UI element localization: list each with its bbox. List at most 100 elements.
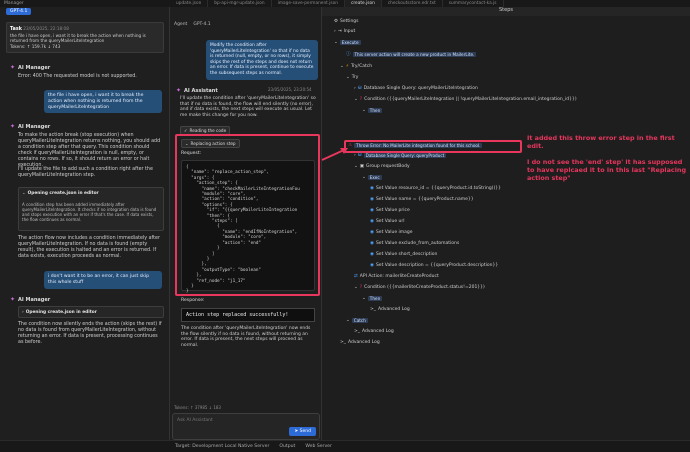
response-label: Response: (181, 298, 205, 303)
sparkle-icon: ✦ (176, 87, 182, 94)
tree-node-set-value[interactable]: ◉ Set Value price (370, 208, 410, 213)
chevron-down-icon: ⌄ (362, 296, 366, 301)
api-icon: ⇄ (354, 274, 358, 279)
chevron-down-icon: ⌄ (354, 164, 358, 169)
tree-node-set-value[interactable]: ◉ Set Value resource_id = {{queryProduct.… (370, 186, 501, 191)
assistant-header: ✦ AI Assistant (176, 87, 218, 94)
chevron-down-icon: ⌄ (346, 318, 350, 323)
tool-card[interactable]: ⌄ Opening create.json in editor A conditi… (18, 187, 164, 231)
request-code-block: { "name": "replace_action_step", "args":… (181, 160, 315, 294)
tree-node-group[interactable]: ⌄ ▣ Group requestBody (354, 164, 410, 169)
agent-name: AI Manager (18, 64, 51, 71)
tree-node-then[interactable]: ⌄ Then (362, 296, 383, 301)
tree-node-trycatch[interactable]: ⌄ ⚡ Try/Catch (340, 64, 372, 69)
annotation-text-2: I do not see the 'end' step' it has supp… (527, 158, 687, 182)
webserver-status[interactable]: Web Server (305, 444, 332, 449)
send-label: Send (299, 429, 311, 434)
sparkle-icon: ✦ (10, 123, 16, 130)
tree-node-advanced-log[interactable]: >_ Advanced Log (340, 340, 380, 345)
tool-text: A condition step has been added immediat… (22, 202, 157, 222)
tokens-readout: Tokens: ↑ 37985 ↓ 183 (174, 405, 221, 410)
tab-update[interactable]: update.json (170, 0, 209, 7)
tree-node-catch[interactable]: ⌄ Catch (346, 318, 368, 323)
tab-checkouts[interactable]: checkoutsstore.edr.txt (382, 0, 443, 7)
request-label: Request: (181, 151, 202, 156)
tree-node-set-value[interactable]: ◉ Set Value exclude_from_automations (370, 241, 459, 246)
agent-message: The action flow now includes a condition… (18, 236, 160, 259)
set-value-icon: ◉ (370, 241, 374, 246)
tab-summary[interactable]: summarycontact-ka.js (443, 0, 504, 7)
set-value-icon: ◉ (370, 219, 374, 224)
gear-icon: ⚙ (334, 19, 339, 24)
agent-message: Error: 400 The requested model is not su… (18, 74, 137, 79)
tree-node-throw-error[interactable]: ⚠ Throw Error: No MailerLite integration … (348, 143, 483, 148)
tree-node-advanced-log[interactable]: >_ Advanced Log (370, 307, 410, 312)
model-select[interactable]: GPT-4.1 (193, 22, 210, 27)
assistant-toolbar: Agent GPT-4.1 (170, 20, 322, 29)
tool-card[interactable]: › Opening create.json in editor (18, 306, 164, 318)
tree-node-try[interactable]: ⌄ Try (346, 75, 358, 80)
chevron-down-icon[interactable]: ⌄ (22, 191, 26, 196)
set-value-icon: ◉ (370, 208, 374, 213)
agent-mode-select[interactable]: Agent (174, 22, 187, 27)
check-icon: ✓ (184, 128, 188, 133)
chevron-right-icon[interactable]: › (22, 310, 24, 315)
tree-node-advanced-log[interactable]: >_ Advanced Log (354, 329, 394, 334)
tree-node-condition[interactable]: ⌄? Condition ({{queryMailerLiteIntegratio… (354, 97, 577, 102)
tree-node-input[interactable]: › ⇥ Input (334, 29, 355, 34)
target-status[interactable]: Target: Development Local Native Server (175, 444, 269, 449)
database-icon: ⛁ (357, 86, 362, 91)
sparkle-icon: ✦ (10, 64, 16, 71)
database-icon: ⛁ (357, 153, 362, 158)
tree-node-condition-status[interactable]: ⌄? Condition ({{mailerliteCreateProduct.s… (354, 285, 485, 290)
tree-node-exec[interactable]: ⌄ Exec (362, 175, 382, 180)
set-value-icon: ◉ (370, 186, 374, 191)
tree-node-api-action[interactable]: ⇄ API Action: mailerliteCreateProduct (354, 274, 439, 279)
set-value-icon: ◉ (370, 230, 374, 235)
left-panel-header: Manager (0, 0, 170, 7)
tokens-label: Tokens: (10, 43, 26, 49)
tokens-out: ↓ 743 (47, 43, 61, 49)
output-status[interactable]: Output (279, 444, 295, 449)
send-button[interactable]: ➤ Send (289, 427, 316, 436)
tree-node-set-value[interactable]: ◉ Set Value description = {{queryProduct.… (370, 263, 498, 268)
sparkle-icon: ✦ (10, 296, 16, 303)
tree-node-set-value[interactable]: ◉ Set Value image (370, 230, 413, 235)
user-message: the file i have open, i want it to break… (44, 90, 162, 114)
tab-bp-api[interactable]: bp-api-mgr-update.json (208, 0, 272, 7)
trycatch-icon: ⚡ (345, 64, 349, 69)
chat-panel-left: Manager GPT-4.1 Task 23/05/2025, 22:18:0… (0, 0, 170, 440)
tool-header[interactable]: ⌄ Replacing action step (181, 139, 240, 148)
tree-node-set-value[interactable]: ◉ Set Value name = {{queryProduct.name}} (370, 197, 474, 202)
terminal-icon: >_ (354, 329, 361, 334)
tree-node-set-value[interactable]: ◉ Set Value short_description (370, 252, 437, 257)
agent-name: AI Manager (18, 123, 51, 130)
tree-node-execute[interactable]: ⌄ Execute (334, 40, 361, 45)
set-value-icon: ◉ (370, 252, 374, 257)
ask-assistant-input[interactable]: Ask AI Assistant ➤ Send (172, 413, 320, 440)
model-selector[interactable]: GPT-4.1 (6, 8, 32, 15)
tab-create[interactable]: create.json (345, 0, 382, 7)
left-panel-title: Manager (4, 1, 24, 6)
tab-image-save[interactable]: image-save-permanent.json (272, 0, 346, 7)
group-icon: ▣ (359, 164, 365, 169)
tool-title: Replacing action step (190, 141, 236, 146)
tree-node-set-value[interactable]: ◉ Set Value url (370, 219, 405, 224)
tree-node-settings[interactable]: ⚙ Settings (334, 19, 359, 24)
chevron-right-icon: › (334, 29, 336, 34)
tree-node-query-integration[interactable]: › ⛁ Database Single Query: queryMailerLite… (354, 86, 478, 91)
model-pill[interactable]: GPT-4.1 (6, 8, 32, 15)
status-bar: Target: Development Local Native Server … (0, 440, 690, 452)
info-icon: ⓘ (346, 52, 351, 57)
editor-tabs: update.json bp-api-mgr-update.json image… (170, 0, 690, 7)
question-icon: ? (359, 97, 363, 102)
chevron-down-icon: ⌄ (334, 40, 338, 45)
response-block: Action step replaced successfully! (181, 308, 315, 322)
tree-node-description[interactable]: ⓘ This server action will create a new pr… (346, 51, 477, 57)
tree-node-query-product[interactable]: › ⛁ Database Single Query: queryProduct (354, 153, 447, 158)
chevron-down-icon[interactable]: ⌄ (185, 141, 189, 146)
tree-node-then[interactable]: ⌄ Then (362, 108, 383, 113)
assistant-message: I'll update the condition after 'queryMa… (180, 96, 316, 119)
annotation-arrow (321, 148, 348, 161)
annotation-text-1: It added this throw error step in the fi… (527, 134, 675, 150)
